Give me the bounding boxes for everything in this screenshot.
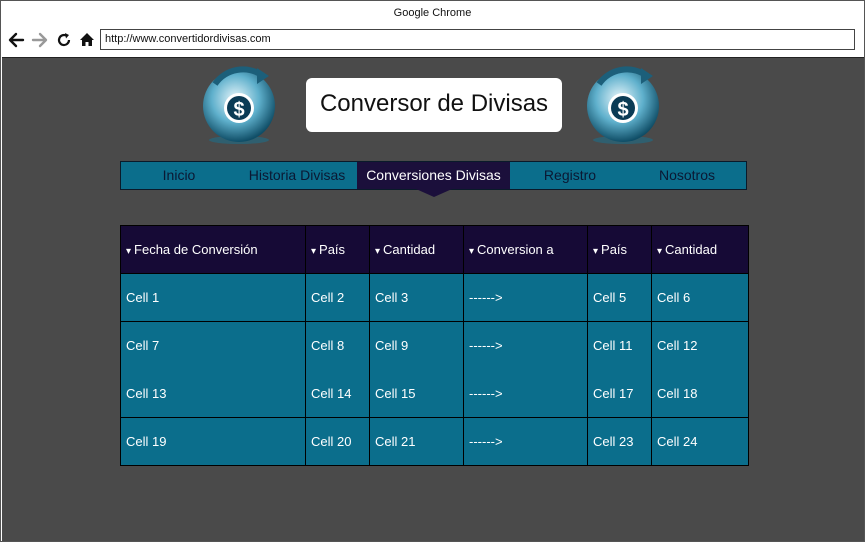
- table-cell: Cell 1: [120, 273, 306, 322]
- table-cell: Cell 19: [120, 417, 306, 466]
- table-cell: Cell 14: [305, 369, 370, 418]
- table-cell: Cell 6: [651, 273, 749, 322]
- svg-text:$: $: [233, 99, 244, 121]
- nav-item-inicio[interactable]: Inicio: [121, 162, 237, 189]
- active-tab-pointer: [415, 189, 452, 197]
- sort-arrow-icon: ▾: [375, 246, 381, 257]
- column-header-pais-destino[interactable]: ▾ País: [587, 225, 652, 274]
- table-cell: Cell 8: [305, 321, 370, 370]
- main-nav: Inicio Historia Divisas Conversiones Div…: [120, 161, 747, 197]
- table-cell: Cell 5: [587, 273, 652, 322]
- sort-arrow-icon: ▾: [311, 246, 317, 257]
- table-cell: Cell 13: [120, 369, 306, 418]
- globe-dollar-icon: $: [195, 64, 283, 144]
- nav-item-registro[interactable]: Registro: [510, 162, 630, 189]
- table-cell: Cell 9: [369, 321, 464, 370]
- globe-dollar-icon: $: [579, 64, 667, 144]
- conversions-table-container: ▾ Fecha de Conversión ▾ País ▾ Cantidad ▾ Co…: [120, 225, 749, 466]
- sort-arrow-icon: ▾: [657, 246, 663, 257]
- table-cell: Cell 12: [651, 321, 749, 370]
- conversions-table: ▾ Fecha de Conversión ▾ País ▾ Cantidad ▾ Co…: [120, 225, 749, 466]
- table-cell: Cell 23: [587, 417, 652, 466]
- table-cell: Cell 2: [305, 273, 370, 322]
- sort-arrow-icon: ▾: [126, 246, 132, 257]
- back-arrow-icon[interactable]: [7, 30, 25, 50]
- table-cell: Cell 15: [369, 369, 464, 418]
- table-row: Cell 19 Cell 20 Cell 21 ------> Cell 23 …: [120, 417, 749, 466]
- column-header-fecha[interactable]: ▾ Fecha de Conversión: [120, 225, 306, 274]
- table-cell: Cell 20: [305, 417, 370, 466]
- sort-arrow-icon: ▾: [469, 246, 475, 257]
- table-cell: Cell 24: [651, 417, 749, 466]
- browser-window: Google Chrome http://www.convertidordivi…: [0, 0, 865, 542]
- nav-item-nosotros[interactable]: Nosotros: [630, 162, 744, 189]
- table-cell: Cell 7: [120, 321, 306, 370]
- reload-icon[interactable]: [55, 30, 73, 50]
- table-cell: ------>: [463, 417, 588, 466]
- table-cell: ------>: [463, 273, 588, 322]
- table-cell: ------>: [463, 321, 588, 370]
- page-viewport: $ Conversor de Divisas $ Inicio Historia…: [2, 57, 864, 541]
- nav-item-conversiones-divisas[interactable]: Conversiones Divisas: [357, 162, 510, 197]
- svg-text:$: $: [617, 99, 628, 121]
- forward-arrow-icon[interactable]: [31, 30, 49, 50]
- table-cell: Cell 18: [651, 369, 749, 418]
- table-cell: Cell 3: [369, 273, 464, 322]
- home-icon[interactable]: [78, 30, 96, 50]
- table-row: Cell 1 Cell 2 Cell 3 ------> Cell 5 Cell…: [120, 273, 749, 322]
- table-cell: Cell 17: [587, 369, 652, 418]
- column-header-cantidad-destino[interactable]: ▾ Cantidad: [651, 225, 749, 274]
- window-title: Google Chrome: [1, 1, 864, 25]
- browser-toolbar: http://www.convertidordivisas.com: [1, 25, 864, 55]
- table-row: Cell 7 Cell 8 Cell 9 ------> Cell 11 Cel…: [120, 321, 749, 370]
- column-header-conversion-a[interactable]: ▾ Conversion a: [463, 225, 588, 274]
- sort-arrow-icon: ▾: [593, 246, 599, 257]
- table-cell: Cell 11: [587, 321, 652, 370]
- table-row: Cell 13 Cell 14 Cell 15 ------> Cell 17 …: [120, 369, 749, 418]
- table-cell: Cell 21: [369, 417, 464, 466]
- address-bar[interactable]: http://www.convertidordivisas.com: [100, 29, 855, 50]
- column-header-pais-origen[interactable]: ▾ País: [305, 225, 370, 274]
- table-cell: ------>: [463, 369, 588, 418]
- page-title: Conversor de Divisas: [306, 78, 562, 132]
- nav-item-historia-divisas[interactable]: Historia Divisas: [237, 162, 357, 189]
- table-header-row: ▾ Fecha de Conversión ▾ País ▾ Cantidad ▾ Co…: [120, 225, 749, 274]
- column-header-cantidad-origen[interactable]: ▾ Cantidad: [369, 225, 464, 274]
